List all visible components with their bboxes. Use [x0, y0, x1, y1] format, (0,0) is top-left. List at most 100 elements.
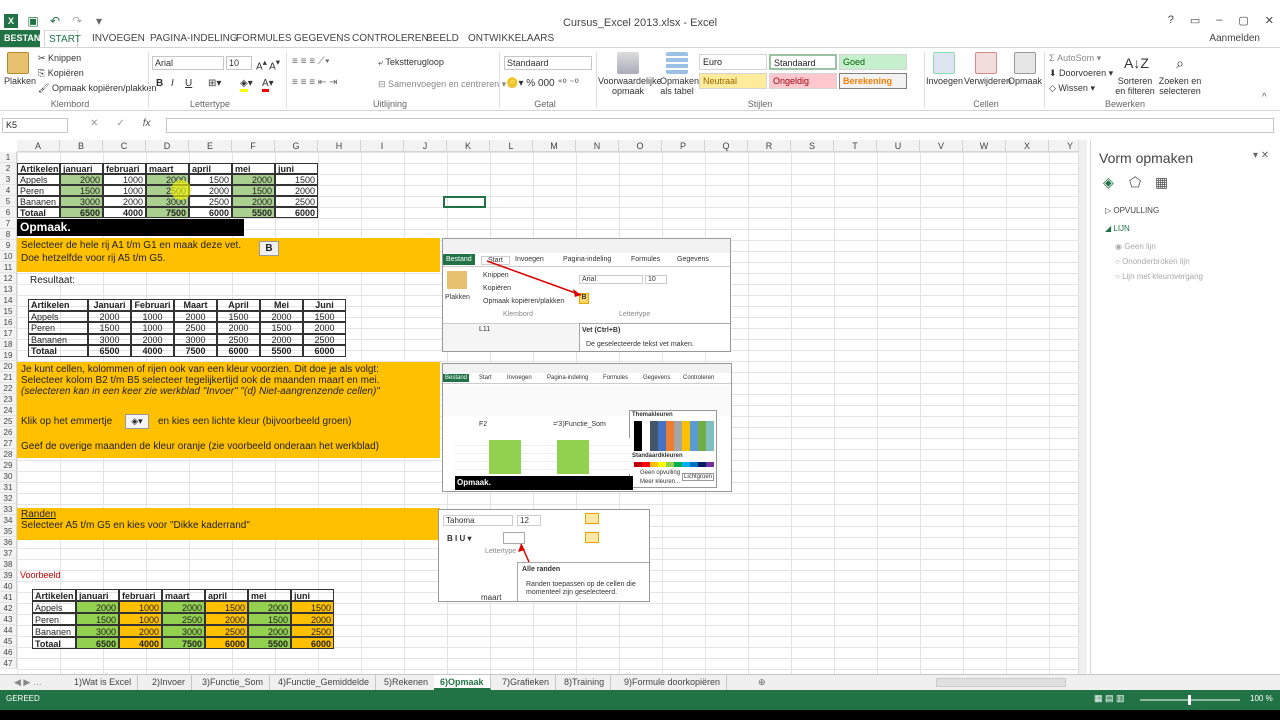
- table-header-cell[interactable]: Artikelen: [28, 299, 88, 311]
- table-header-cell[interactable]: april: [205, 589, 248, 601]
- table-cell[interactable]: Peren: [28, 322, 88, 334]
- table-cell[interactable]: 2000: [119, 625, 162, 637]
- tab-view[interactable]: BEELD: [422, 30, 463, 47]
- tab-review[interactable]: CONTROLEREN: [348, 30, 433, 47]
- table-cell[interactable]: 1500: [189, 174, 232, 185]
- row-header[interactable]: 35: [0, 526, 17, 537]
- row-header[interactable]: 23: [0, 394, 17, 405]
- column-header[interactable]: H: [318, 140, 361, 152]
- radio-gradient-line[interactable]: ○ Lijn met kleurovergang: [1115, 272, 1203, 281]
- table-cell[interactable]: 7500: [174, 345, 217, 357]
- row-header[interactable]: 46: [0, 647, 17, 658]
- cut-button[interactable]: ✂ Knippen: [38, 53, 81, 64]
- table-cell[interactable]: Bananen: [17, 196, 60, 207]
- table-cell[interactable]: 2000: [260, 310, 303, 323]
- table-cell[interactable]: 7500: [162, 637, 205, 649]
- row-header[interactable]: 32: [0, 493, 17, 504]
- row-header[interactable]: 27: [0, 438, 17, 449]
- italic-button[interactable]: I: [171, 78, 174, 89]
- table-header-cell[interactable]: februari: [103, 163, 146, 174]
- table-cell[interactable]: 2000: [260, 333, 303, 346]
- table-cell[interactable]: 4000: [119, 637, 162, 649]
- row-header[interactable]: 28: [0, 449, 17, 460]
- row-header[interactable]: 8: [0, 229, 17, 240]
- row-header[interactable]: 4: [0, 185, 17, 196]
- column-header[interactable]: P: [662, 140, 705, 152]
- column-header[interactable]: R: [748, 140, 791, 152]
- column-header[interactable]: K: [447, 140, 490, 152]
- percent-button[interactable]: %: [526, 78, 535, 89]
- table-cell[interactable]: 1500: [291, 601, 334, 613]
- table-cell[interactable]: 2000: [131, 333, 174, 346]
- table-header-cell[interactable]: maart: [146, 163, 189, 174]
- row-header[interactable]: 18: [0, 339, 17, 350]
- column-header[interactable]: V: [920, 140, 963, 152]
- table-cell[interactable]: 1500: [303, 310, 346, 323]
- style-standaard[interactable]: Standaard: [769, 54, 837, 70]
- ribbon-display-icon[interactable]: ▭: [1190, 14, 1200, 27]
- bold-button[interactable]: B: [156, 78, 163, 89]
- find-select-button[interactable]: ⌕ Zoeken en selecteren: [1158, 52, 1202, 96]
- tab-insert[interactable]: INVOEGEN: [88, 30, 149, 47]
- table-cell[interactable]: 6000: [303, 345, 346, 357]
- row-header[interactable]: 43: [0, 614, 17, 625]
- table-cell[interactable]: 1000: [119, 613, 162, 625]
- vertical-align-buttons[interactable]: ≡ ≡ ≡ ⟋▾: [292, 56, 330, 67]
- table-cell[interactable]: 1000: [131, 322, 174, 334]
- table-cell[interactable]: 7500: [146, 207, 189, 218]
- column-header[interactable]: Q: [705, 140, 748, 152]
- row-header[interactable]: 1: [0, 152, 17, 163]
- style-ongeldig[interactable]: Ongeldig: [769, 73, 837, 89]
- table-header-cell[interactable]: februari: [119, 589, 162, 601]
- horizontal-scrollbar[interactable]: [936, 678, 1066, 687]
- clear-button[interactable]: ◇ Wissen ▾: [1049, 83, 1095, 94]
- borders-button[interactable]: ⊞▾: [208, 78, 221, 89]
- style-goed[interactable]: Goed: [839, 54, 907, 70]
- table-header-cell[interactable]: Artikelen: [32, 589, 76, 601]
- column-header[interactable]: A: [17, 140, 60, 152]
- conditional-format-button[interactable]: Voorwaardelijke opmaak: [598, 52, 662, 96]
- table-cell[interactable]: 2000: [248, 625, 291, 637]
- tab-file[interactable]: BESTAND: [0, 30, 47, 47]
- vertical-scrollbar[interactable]: [1078, 140, 1087, 674]
- copy-button[interactable]: ⎘ Kopiëren: [38, 68, 84, 79]
- table-cell[interactable]: 5500: [232, 207, 275, 218]
- column-header[interactable]: O: [619, 140, 662, 152]
- paste-button[interactable]: Plakken: [4, 52, 36, 86]
- sign-in-link[interactable]: Aanmelden: [1209, 33, 1260, 44]
- row-header[interactable]: 3: [0, 174, 17, 185]
- help-icon[interactable]: ?: [1168, 14, 1174, 27]
- line-section[interactable]: ◢ LIJN: [1105, 224, 1130, 233]
- row-header[interactable]: 30: [0, 471, 17, 482]
- row-header[interactable]: 5: [0, 196, 17, 207]
- table-cell[interactable]: 1000: [119, 601, 162, 613]
- tab-page-layout[interactable]: PAGINA-INDELING: [146, 30, 242, 47]
- table-cell[interactable]: Totaal: [32, 637, 76, 649]
- maximize-icon[interactable]: ▢: [1238, 14, 1248, 27]
- table-cell[interactable]: 2000: [291, 613, 334, 625]
- column-header[interactable]: W: [963, 140, 1006, 152]
- zoom-level[interactable]: 100 %: [1250, 694, 1273, 703]
- fill-color-button[interactable]: ◈▾: [240, 78, 253, 92]
- table-cell[interactable]: 2000: [76, 601, 119, 613]
- row-header[interactable]: 31: [0, 482, 17, 493]
- column-header[interactable]: C: [103, 140, 146, 152]
- formula-input[interactable]: [166, 118, 1274, 133]
- table-header-cell[interactable]: Juni: [303, 299, 346, 311]
- selected-cell-k5[interactable]: [443, 196, 486, 208]
- row-header[interactable]: 41: [0, 592, 17, 603]
- cancel-icon[interactable]: ✕: [90, 118, 98, 129]
- delete-cells-button[interactable]: Verwijderen: [964, 52, 1011, 86]
- fill-section[interactable]: ▷ OPVULLING: [1105, 206, 1159, 215]
- table-cell[interactable]: 1500: [232, 185, 275, 196]
- row-header[interactable]: 20: [0, 361, 17, 372]
- column-header[interactable]: B: [60, 140, 103, 152]
- number-format-buttons[interactable]: 🪙▾ % 000 ⁺⁰ ⁻⁰: [506, 78, 579, 89]
- table-cell[interactable]: 1000: [103, 174, 146, 185]
- sheet-tab[interactable]: 8)Training: [558, 675, 612, 690]
- row-header[interactable]: 17: [0, 328, 17, 339]
- fill-button[interactable]: ⬇ Doorvoeren ▾: [1049, 68, 1113, 79]
- enter-icon[interactable]: ✓: [116, 118, 124, 129]
- column-header[interactable]: U: [877, 140, 920, 152]
- table-cell[interactable]: 2000: [189, 185, 232, 196]
